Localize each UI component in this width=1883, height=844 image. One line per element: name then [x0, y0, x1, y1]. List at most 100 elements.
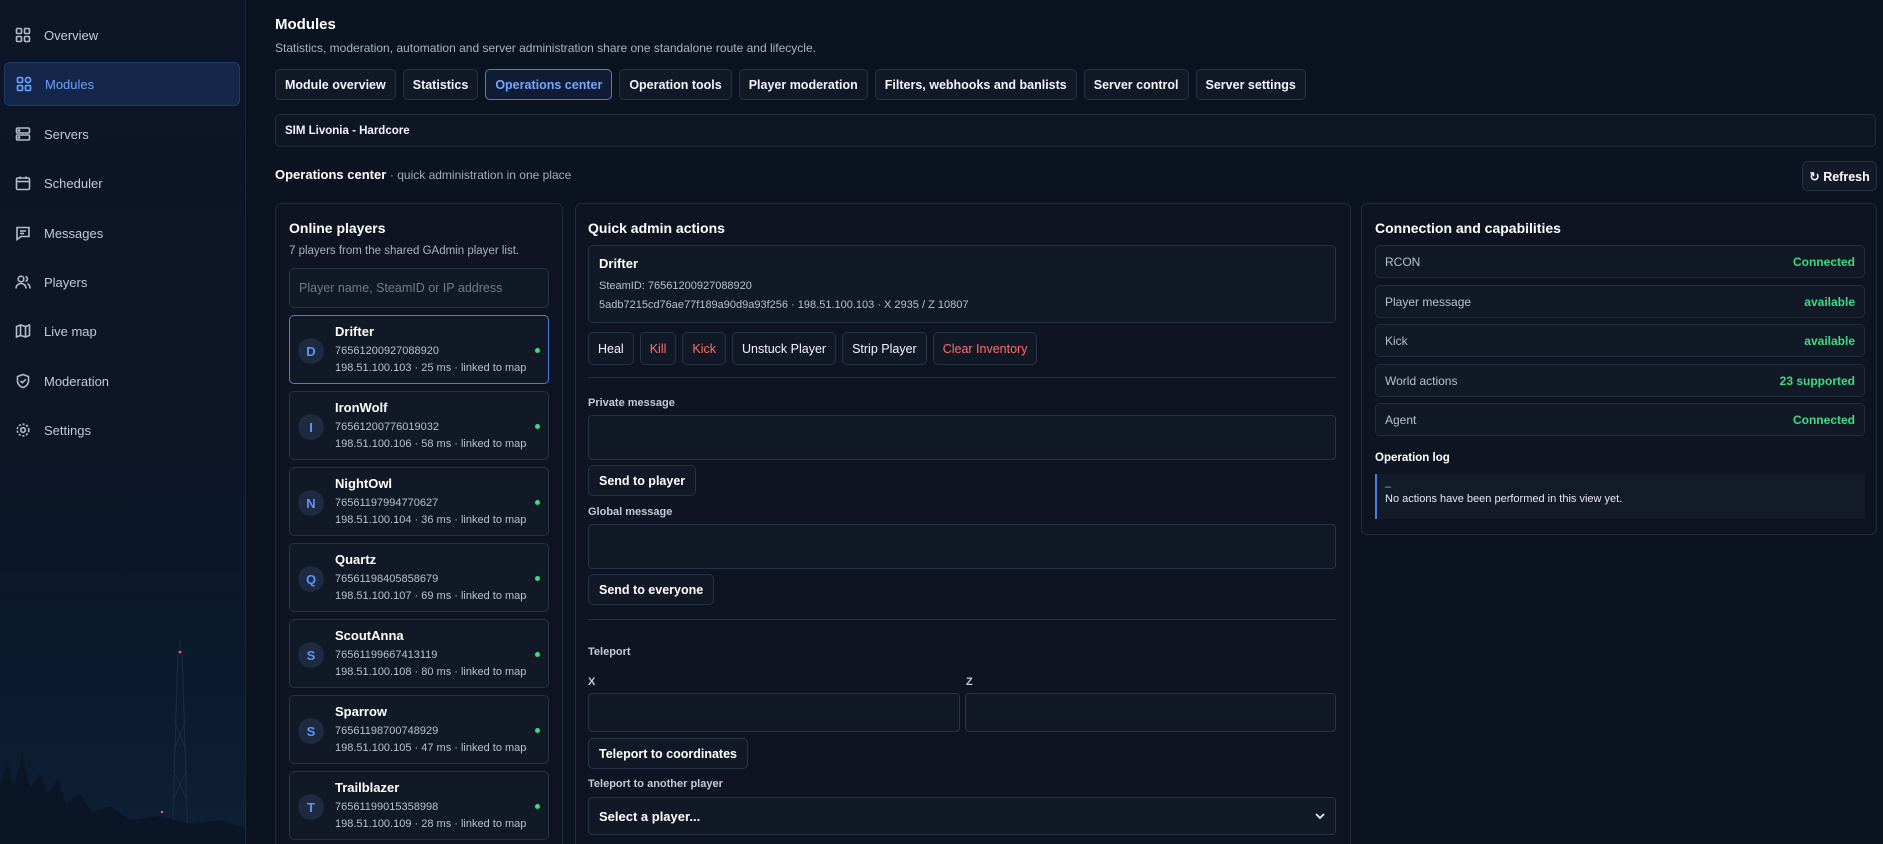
clear-inventory-button[interactable]: Clear Inventory — [932, 332, 1038, 365]
log-empty-message: No actions have been performed in this v… — [1385, 493, 1623, 505]
z-coordinate-input[interactable] — [965, 693, 1336, 732]
player-card[interactable]: I IronWolf 76561200776019032 198.51.100.… — [289, 391, 549, 460]
kill-button[interactable]: Kill — [639, 332, 677, 365]
player-steamid: 76561198405858679 — [335, 573, 439, 585]
player-card[interactable]: T Trailblazer 76561199015358998 198.51.1… — [289, 771, 549, 840]
panel-title: Online players — [289, 220, 386, 236]
select-value: Select a player... — [599, 808, 701, 824]
gear-icon — [14, 421, 32, 439]
player-name: Trailblazer — [335, 780, 400, 795]
x-coordinate-input[interactable] — [588, 693, 960, 732]
avatar: D — [298, 338, 324, 364]
tab-server-settings[interactable]: Server settings — [1195, 69, 1306, 100]
refresh-button[interactable]: ↻ Refresh — [1802, 161, 1877, 191]
capability-row-agent: Agent Connected — [1375, 403, 1865, 436]
sidebar-item-settings[interactable]: Settings — [4, 408, 240, 452]
operation-log-title: Operation log — [1375, 452, 1450, 464]
capability-name: World actions — [1385, 373, 1458, 388]
player-connection-info: 198.51.100.105 · 47 ms · linked to map — [335, 742, 527, 754]
capability-name: RCON — [1385, 254, 1421, 269]
player-card[interactable]: D Drifter 76561200927088920 198.51.100.1… — [289, 315, 549, 384]
sidebar-item-overview[interactable]: Overview — [4, 13, 240, 57]
server-selector[interactable]: SIM Livonia - Hardcore — [275, 114, 1876, 147]
tab-operation-tools[interactable]: Operation tools — [619, 69, 732, 100]
player-search-input[interactable] — [289, 268, 549, 308]
sidebar-item-label: Modules — [45, 76, 95, 92]
chevron-down-icon — [1315, 813, 1325, 820]
player-list: D Drifter 76561200927088920 198.51.100.1… — [289, 315, 549, 844]
tab-server-control[interactable]: Server control — [1083, 69, 1189, 100]
map-icon — [14, 322, 32, 340]
player-card[interactable]: Q Quartz 76561198405858679 198.51.100.10… — [289, 543, 549, 612]
player-action-buttons: Heal Kill Kick Unstuck Player Strip Play… — [588, 332, 1038, 365]
send-to-player-button[interactable]: Send to player — [588, 465, 697, 496]
online-status-dot — [535, 348, 540, 353]
heal-button[interactable]: Heal — [588, 332, 634, 365]
sidebar: Overview Modules Servers Scheduler Messa… — [0, 0, 246, 844]
avatar: S — [298, 718, 324, 744]
teleport-to-coordinates-button[interactable]: Teleport to coordinates — [588, 738, 748, 769]
module-tabs: Module overview Statistics Operations ce… — [275, 69, 1306, 100]
grid-icon — [14, 26, 32, 44]
player-card[interactable]: N NightOwl 76561197994770627 198.51.100.… — [289, 467, 549, 536]
tab-player-moderation[interactable]: Player moderation — [738, 69, 868, 100]
sidebar-item-modules[interactable]: Modules — [4, 62, 240, 106]
online-status-dot — [535, 652, 540, 657]
sidebar-item-messages[interactable]: Messages — [4, 211, 240, 255]
server-icon — [14, 125, 32, 143]
player-card[interactable]: S ScoutAnna 76561199667413119 198.51.100… — [289, 619, 549, 688]
section-title: Operations center — [275, 167, 387, 182]
sidebar-item-label: Settings — [44, 422, 91, 438]
player-name: NightOwl — [335, 476, 393, 491]
kick-button[interactable]: Kick — [682, 332, 727, 365]
capability-status: Connected — [1792, 412, 1855, 427]
panel-description: 7 players from the shared GAdmin player … — [289, 245, 520, 257]
panel-title: Connection and capabilities — [1375, 220, 1561, 236]
global-message-input[interactable] — [588, 524, 1336, 569]
tab-filters-webhooks-banlists[interactable]: Filters, webhooks and banlists — [874, 69, 1077, 100]
capability-row-rcon: RCON Connected — [1375, 245, 1865, 278]
sidebar-item-scheduler[interactable]: Scheduler — [4, 161, 240, 205]
player-connection-info: 198.51.100.103 · 25 ms · linked to map — [335, 362, 527, 374]
strip-player-button[interactable]: Strip Player — [842, 332, 927, 365]
log-placeholder-dash: – — [1385, 481, 1392, 493]
player-steamid: 76561200776019032 — [335, 421, 440, 433]
z-coordinate-label: Z — [966, 676, 973, 688]
send-to-everyone-button[interactable]: Send to everyone — [588, 574, 715, 605]
tab-statistics[interactable]: Statistics — [402, 69, 479, 100]
capability-row-player-message: Player message available — [1375, 285, 1865, 318]
tab-module-overview[interactable]: Module overview — [275, 69, 396, 100]
page-subtitle: Statistics, moderation, automation and s… — [275, 41, 816, 55]
avatar: I — [298, 414, 324, 440]
player-steamid: 76561200927088920 — [335, 345, 440, 357]
unstuck-player-button[interactable]: Unstuck Player — [732, 332, 837, 365]
player-card[interactable]: S Sparrow 76561198700748929 198.51.100.1… — [289, 695, 549, 764]
sidebar-item-label: Scheduler — [44, 175, 103, 191]
users-icon — [14, 273, 32, 291]
selected-player-name: Drifter — [599, 256, 639, 271]
sidebar-item-servers[interactable]: Servers — [4, 112, 240, 156]
sidebar-item-players[interactable]: Players — [4, 260, 240, 304]
online-status-dot — [535, 728, 540, 733]
shield-icon — [14, 372, 32, 390]
global-message-label: Global message — [588, 506, 673, 518]
avatar: T — [298, 794, 324, 820]
forest-silhouette-illustration — [0, 754, 245, 844]
main-content: Modules Statistics, moderation, automati… — [275, 0, 1877, 844]
player-name: Sparrow — [335, 704, 388, 719]
capabilities-panel: Connection and capabilities RCON Connect… — [1361, 203, 1877, 535]
tab-operations-center[interactable]: Operations center — [485, 69, 613, 100]
player-connection-info: 198.51.100.109 · 28 ms · linked to map — [335, 818, 527, 830]
teleport-player-select[interactable]: Select a player... — [588, 797, 1336, 835]
sidebar-item-live-map[interactable]: Live map — [4, 309, 240, 353]
private-message-input[interactable] — [588, 415, 1336, 460]
section-subtitle: · quick administration in one place — [389, 168, 572, 182]
page-title: Modules — [275, 16, 336, 33]
avatar: Q — [298, 566, 324, 592]
sidebar-item-moderation[interactable]: Moderation — [4, 359, 240, 403]
capability-name: Agent — [1385, 412, 1417, 427]
divider — [588, 377, 1336, 378]
capability-name: Player message — [1385, 294, 1472, 309]
selected-player-steamid: SteamID: 76561200927088920 — [599, 280, 752, 292]
private-message-label: Private message — [588, 397, 675, 409]
